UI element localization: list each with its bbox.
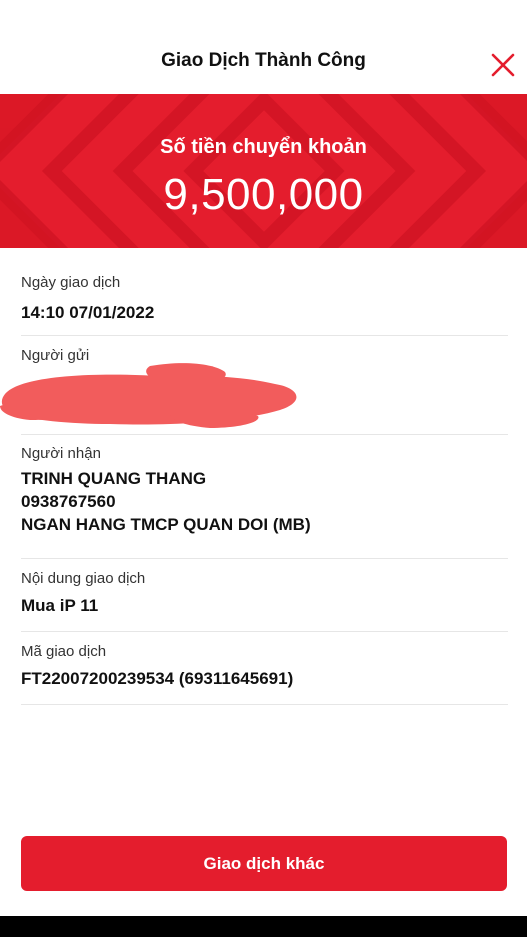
- transaction-success-screen: Giao Dịch Thành Công Số tiền chuyển khoả…: [0, 0, 527, 937]
- receiver-account: 0938767560: [21, 492, 116, 511]
- amount-label: Số tiền chuyển khoản: [160, 136, 367, 158]
- receiver-name: TRINH QUANG THANG: [21, 469, 207, 488]
- close-icon: [491, 53, 515, 77]
- detail-row-code: Mã giao dịch FT22007200239534 (693116456…: [21, 632, 508, 705]
- other-transaction-button[interactable]: Giao dịch khác: [21, 836, 507, 891]
- detail-row-date: Ngày giao dịch 14:10 07/01/2022: [21, 248, 508, 336]
- bottom-navigation-bar: [0, 916, 527, 937]
- amount-banner: Số tiền chuyển khoản 9,500,000: [0, 94, 527, 248]
- date-value: 14:10 07/01/2022: [21, 303, 155, 322]
- receiver-label: Người nhận: [21, 445, 101, 462]
- receiver-bank: NGAN HANG TMCP QUAN DOI (MB): [21, 515, 311, 534]
- content-value: Mua iP 11: [21, 596, 99, 615]
- detail-row-content: Nội dung giao dịch Mua iP 11: [21, 559, 508, 632]
- page-title: Giao Dịch Thành Công: [161, 50, 366, 71]
- detail-row-receiver: Người nhận TRINH QUANG THANG 0938767560 …: [21, 435, 508, 559]
- transaction-details: Ngày giao dịch 14:10 07/01/2022 Người gử…: [0, 248, 508, 705]
- amount-value: 9,500,000: [163, 170, 364, 219]
- content-label: Nội dung giao dịch: [21, 570, 146, 587]
- detail-row-sender: Người gửi: [0, 336, 508, 435]
- date-label: Ngày giao dịch: [21, 274, 121, 291]
- header: Giao Dịch Thành Công: [0, 0, 527, 94]
- code-value: FT22007200239534 (69311645691): [21, 669, 294, 688]
- close-button[interactable]: [490, 52, 516, 78]
- redaction-scribble: [0, 363, 297, 428]
- code-label: Mã giao dịch: [21, 643, 107, 660]
